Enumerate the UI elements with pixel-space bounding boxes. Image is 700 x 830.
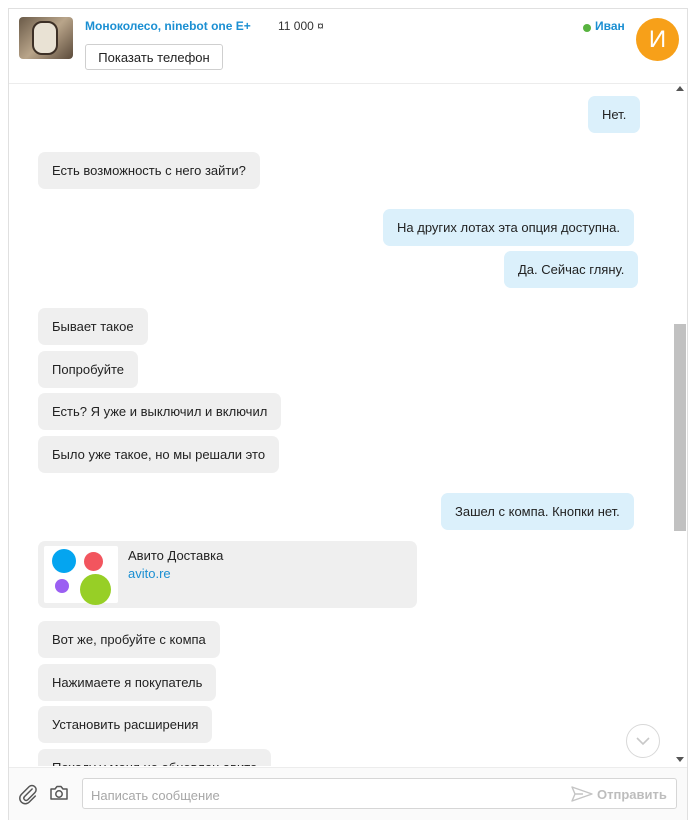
scroll-down-arrow-icon[interactable] [676,757,684,762]
message-incoming: Попробуйте [38,351,139,388]
send-label: Отправить [597,786,667,802]
item-price: 11 000 ¤ [278,19,324,33]
scroll-to-bottom-button[interactable] [626,724,660,758]
message-incoming: Походу у меня не обновлен авито [38,749,272,766]
message-incoming: Бывает такое [38,308,148,345]
scrollbar[interactable] [673,84,687,766]
avatar[interactable]: И [636,18,679,61]
send-button[interactable]: Отправить [571,785,667,803]
scroll-up-arrow-icon[interactable] [676,86,684,91]
message-incoming: Было уже такое, но мы решали это [38,436,280,473]
send-icon [571,786,593,802]
chat-window: Моноколесо, ninebot one E+ 11 000 ¤ Пока… [8,8,688,820]
message-incoming: Вот же, пробуйте с компа [38,621,220,658]
message-incoming: Установить расширения [38,706,213,743]
message-list: Нет. Есть возможность с него зайти? На д… [9,84,687,766]
link-preview-card[interactable]: Авито Доставка avito.re [38,541,417,608]
user-name-link[interactable]: Иван [595,19,625,33]
show-phone-button[interactable]: Показать телефон [85,44,223,70]
message-composer: Отправить [9,767,687,820]
chat-header: Моноколесо, ninebot one E+ 11 000 ¤ Пока… [9,9,687,84]
message-incoming: Есть? Я уже и выключил и включил [38,393,282,430]
attach-icon[interactable] [17,783,39,805]
message-incoming: Есть возможность с него зайти? [38,152,260,189]
item-thumbnail[interactable] [19,17,73,59]
message-outgoing: Да. Сейчас гляну. [504,251,639,288]
scrollbar-thumb[interactable] [674,324,686,531]
message-outgoing: Зашел с компа. Кнопки нет. [441,493,634,530]
message-outgoing: Нет. [588,96,641,133]
message-input-box[interactable]: Отправить [82,778,677,809]
message-outgoing: На других лотах эта опция доступна. [383,209,634,246]
camera-icon[interactable] [49,784,69,802]
link-preview-title: Авито Доставка [128,548,224,563]
avito-logo-icon [44,546,118,605]
link-preview-url[interactable]: avito.re [128,566,171,581]
message-incoming: Нажимаете я покупатель [38,664,217,701]
message-input[interactable] [89,785,563,805]
item-title-link[interactable]: Моноколесо, ninebot one E+ [85,19,251,33]
chevron-down-icon [636,737,650,746]
online-status-dot [583,24,591,32]
